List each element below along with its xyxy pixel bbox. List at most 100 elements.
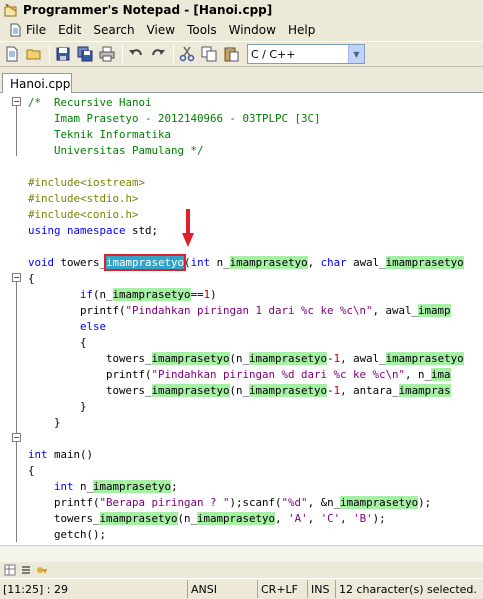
code-token: #include<conio.h> xyxy=(28,208,139,221)
code-token: , antara_ xyxy=(340,384,399,397)
list-icon[interactable] xyxy=(20,564,32,576)
code-token: #include<stdio.h> xyxy=(28,192,139,205)
menu-file[interactable]: File xyxy=(2,20,52,39)
menu-tools-label: Tools xyxy=(187,22,217,37)
code-token: towers_ xyxy=(28,512,100,525)
undo-button[interactable] xyxy=(126,44,146,64)
cut-button[interactable] xyxy=(177,44,197,64)
menu-search[interactable]: Search xyxy=(87,20,140,39)
open-folder-icon xyxy=(26,49,41,60)
code-line[interactable]: towers_imamprasetyo(n_imamprasetyo, 'A',… xyxy=(28,511,483,527)
code-line[interactable]: /* Recursive Hanoi xyxy=(28,95,483,111)
scheme-select-value: C / C++ xyxy=(251,47,296,61)
code-token: imamprasetyo xyxy=(229,256,308,269)
menu-view[interactable]: View xyxy=(141,20,181,39)
code-token: main() xyxy=(47,448,94,461)
code-line[interactable]: #include<stdio.h> xyxy=(28,191,483,207)
key-icon[interactable] xyxy=(36,564,48,576)
code-line[interactable]: int n_imamprasetyo; xyxy=(28,479,483,495)
code-token: imamprasetyo xyxy=(340,496,419,509)
code-line[interactable]: printf("Pindahkan piringan 1 dari %c ke … xyxy=(28,303,483,319)
code-token: imamprasetyo xyxy=(151,352,230,365)
insert-mode-indicator: INS xyxy=(308,580,336,598)
toolbar-separator xyxy=(173,45,174,63)
redo-button[interactable] xyxy=(148,44,168,64)
save-all-icon xyxy=(77,46,93,62)
menu-tools[interactable]: Tools xyxy=(181,20,223,39)
code-line[interactable]: using namespace std; xyxy=(28,223,483,239)
fold-gutter: − − − xyxy=(0,93,26,545)
fold-collapse-icon[interactable]: − xyxy=(12,433,21,442)
code-line[interactable]: #include<conio.h> xyxy=(28,207,483,223)
copy-button[interactable] xyxy=(199,44,219,64)
code-token: , n_ xyxy=(405,368,432,381)
code-line[interactable]: towers_imamprasetyo(n_imamprasetyo-1, an… xyxy=(28,383,483,399)
code-token: ; xyxy=(171,480,178,493)
code-line[interactable]: if(n_imamprasetyo==1) xyxy=(28,287,483,303)
code-token: Teknik Informatika xyxy=(28,128,172,141)
annotation-arrow-icon xyxy=(182,209,194,247)
code-line[interactable]: } xyxy=(28,415,483,431)
fold-line xyxy=(16,442,17,542)
code-line[interactable]: int main() xyxy=(28,447,483,463)
code-token: using xyxy=(28,224,61,237)
print-button[interactable] xyxy=(97,44,117,64)
code-token: int xyxy=(54,480,74,493)
code-line[interactable]: #include<iostream> xyxy=(28,175,483,191)
title-bar: Programmer's Notepad - [Hanoi.cpp] xyxy=(0,0,483,19)
menu-window[interactable]: Window xyxy=(223,20,282,39)
save-all-button[interactable] xyxy=(75,44,95,64)
code-line[interactable]: Imam Prasetyo - 2012140966 - 03TPLPC [3C… xyxy=(28,111,483,127)
code-line[interactable]: { xyxy=(28,335,483,351)
code-line[interactable]: { xyxy=(28,271,483,287)
code-line[interactable]: Universitas Pamulang */ xyxy=(28,143,483,159)
save-button[interactable] xyxy=(53,44,73,64)
window-title: Programmer's Notepad - [Hanoi.cpp] xyxy=(23,2,273,17)
code-line[interactable]: printf("Berapa piringan ? ");scanf("%d",… xyxy=(28,495,483,511)
code-token: "Berapa piringan ? " xyxy=(99,496,230,509)
line-ending-indicator: CR+LF xyxy=(258,580,308,598)
encoding-indicator: ANSI xyxy=(188,580,258,598)
menu-edit[interactable]: Edit xyxy=(52,20,87,39)
grid-icon[interactable] xyxy=(4,564,16,576)
menu-view-label: View xyxy=(146,22,176,37)
new-file-button[interactable] xyxy=(2,44,22,64)
code-token: == xyxy=(190,288,204,301)
menu-help[interactable]: Help xyxy=(282,20,321,39)
code-token: printf( xyxy=(28,304,126,317)
code-token: printf( xyxy=(28,496,100,509)
code-line[interactable]: Teknik Informatika xyxy=(28,127,483,143)
code-line[interactable] xyxy=(28,239,483,255)
code-line[interactable]: printf("Pindahkan piringan %d dari %c ke… xyxy=(28,367,483,383)
chevron-down-icon[interactable]: ▼ xyxy=(348,45,364,63)
code-line[interactable]: } xyxy=(28,399,483,415)
code-line[interactable] xyxy=(28,159,483,175)
fold-collapse-icon[interactable]: − xyxy=(12,273,21,282)
code-area[interactable]: /* Recursive Hanoi Imam Prasetyo - 20121… xyxy=(28,95,483,543)
code-token: imamp xyxy=(418,304,451,317)
code-token: , xyxy=(307,512,321,525)
open-file-button[interactable] xyxy=(24,44,44,64)
code-token: "%d" xyxy=(281,496,308,509)
code-token: /* Recursive Hanoi xyxy=(28,96,152,109)
document-tabs: Hanoi.cpp xyxy=(0,69,483,94)
code-token: imamprasetyo xyxy=(385,256,464,269)
cursor-position: [11:25] : 29 xyxy=(0,580,188,598)
code-line[interactable]: void towers_imamprasetyo(int n_imamprase… xyxy=(28,254,483,271)
code-token: if xyxy=(80,288,94,301)
code-line[interactable] xyxy=(28,431,483,447)
code-line[interactable]: getch(); xyxy=(28,527,483,543)
code-token: { xyxy=(28,272,35,285)
toolbar-separator xyxy=(49,45,50,63)
code-line[interactable]: towers_imamprasetyo(n_imamprasetyo-1, aw… xyxy=(28,351,483,367)
scheme-select[interactable]: C / C++ ▼ xyxy=(247,44,365,64)
horizontal-scrollbar[interactable] xyxy=(0,545,483,562)
code-token: "Pindahkan piringan 1 dari %c ke %c\n" xyxy=(125,304,373,317)
tab-hanoi-cpp[interactable]: Hanoi.cpp xyxy=(2,73,72,94)
code-line[interactable]: else xyxy=(28,319,483,335)
code-line[interactable]: { xyxy=(28,463,483,479)
fold-collapse-icon[interactable]: − xyxy=(12,97,21,106)
code-editor[interactable]: − − − /* Recursive Hanoi Imam Prasetyo -… xyxy=(0,93,483,545)
paste-button[interactable] xyxy=(221,44,241,64)
